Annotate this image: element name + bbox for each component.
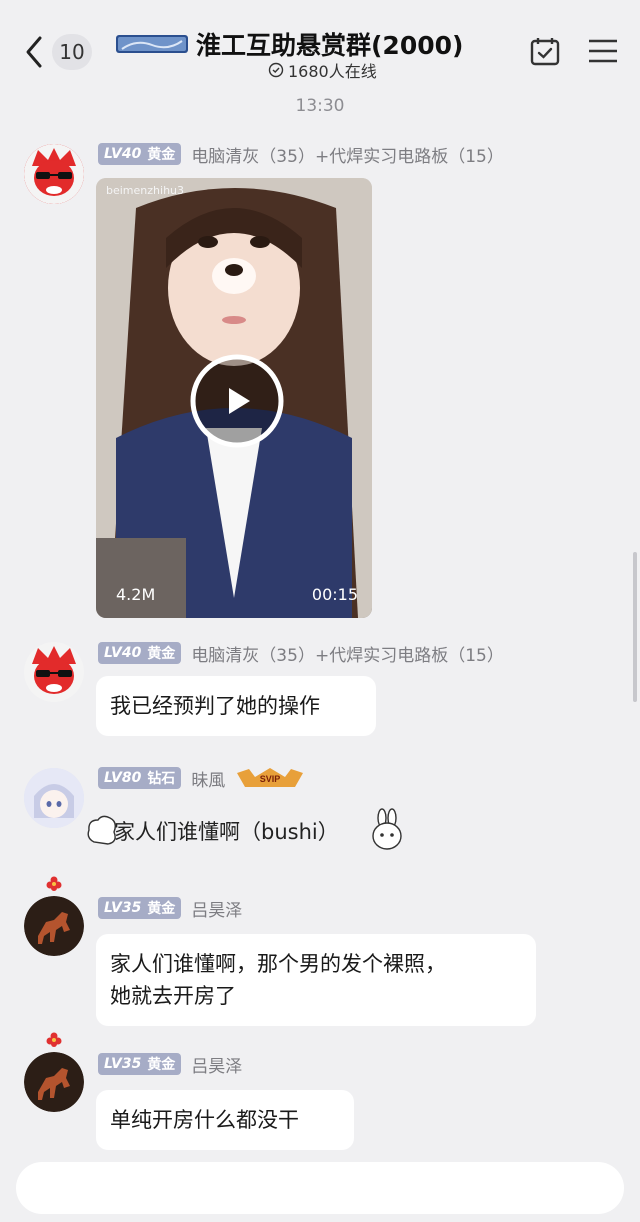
level-rank: 钻石 — [147, 771, 176, 787]
level-badge: LV35 黄金 — [98, 897, 182, 919]
bunny-sticker-icon — [372, 808, 402, 850]
clock-icon — [268, 62, 284, 78]
video-duration: 00:15 — [311, 585, 358, 604]
avatar[interactable] — [24, 642, 84, 702]
svip-badge: SVIP — [237, 768, 304, 787]
cartoon-avatar-icon — [24, 642, 84, 702]
sticker-right — [368, 808, 404, 852]
level-number: LV80 — [104, 770, 142, 786]
message-bubble[interactable]: 我已经预判了她的操作 — [96, 676, 376, 736]
flower-icon — [46, 876, 62, 891]
message-text-line: 她就去开房了 — [110, 984, 236, 1008]
horse-avatar-icon — [24, 896, 84, 956]
message-input[interactable] — [16, 1162, 624, 1214]
sender-info: LV80 钻石 昧風 SVIP — [98, 766, 305, 791]
avatar[interactable] — [24, 144, 84, 204]
message-timestamp: 13:30 — [295, 96, 345, 116]
level-badge: LV40 黄金 — [98, 143, 182, 165]
play-icon[interactable] — [188, 352, 286, 450]
chat-header: 10 淮工互助悬赏群(2000) 1680人在线 — [0, 0, 640, 92]
unread-count-badge: 10 — [52, 34, 92, 70]
avatar[interactable] — [24, 768, 84, 828]
video-size: 4.2M — [116, 585, 156, 604]
level-rank: 黄金 — [147, 1057, 176, 1073]
calendar-check-icon[interactable] — [530, 36, 560, 66]
group-title: 淮工互助悬赏群(2000) — [196, 31, 464, 60]
level-rank: 黄金 — [147, 147, 176, 163]
level-rank: 黄金 — [147, 901, 176, 917]
level-number: LV35 — [104, 900, 142, 916]
message-text: 单纯开房什么都没干 — [110, 1108, 299, 1132]
message-text: 我已经预判了她的操作 — [110, 694, 320, 718]
level-number: LV40 — [104, 146, 142, 162]
horse-avatar-icon — [24, 1052, 84, 1112]
online-count: 1680人在线 — [268, 58, 377, 82]
chevron-left-icon — [26, 36, 42, 68]
anime-avatar-icon — [24, 768, 84, 828]
flower-icon — [46, 1032, 62, 1047]
input-bar — [0, 1152, 640, 1222]
avatar[interactable] — [24, 896, 84, 956]
level-badge: LV35 黄金 — [98, 1053, 182, 1075]
sender-info: LV35 黄金 吕昊泽 — [98, 896, 242, 921]
message-text[interactable]: 家人们谁懂啊（bushi） — [114, 816, 339, 846]
level-rank: 黄金 — [147, 646, 176, 662]
video-watermark: beimenzhihu3 — [106, 184, 185, 197]
sender-name[interactable]: 昧風 — [191, 766, 225, 791]
sender-info: LV40 黄金 电脑清灰（35）+代焊实习电路板（15） — [98, 142, 504, 167]
avatar[interactable] — [24, 1052, 84, 1112]
back-button[interactable]: 10 — [22, 30, 92, 74]
sender-info: LV40 黄金 电脑清灰（35）+代焊实习电路板（15） — [98, 641, 504, 666]
message-bubble[interactable]: 单纯开房什么都没干 — [96, 1090, 354, 1150]
video-message[interactable]: beimenzhihu3 4.2M 00:15 — [96, 178, 372, 618]
online-count-text: 1680人在线 — [288, 62, 377, 81]
level-number: LV40 — [104, 645, 142, 661]
message-bubble[interactable]: 家人们谁懂啊，那个男的发个裸照， 她就去开房了 — [96, 934, 536, 1026]
sender-name[interactable]: 吕昊泽 — [191, 1052, 242, 1077]
message-text-line: 家人们谁懂啊，那个男的发个裸照， — [110, 952, 446, 976]
sender-info: LV35 黄金 吕昊泽 — [98, 1052, 242, 1077]
svip-badge-label: SVIP — [260, 774, 281, 784]
scrollbar[interactable] — [633, 552, 637, 702]
sender-name[interactable]: 电脑清灰（35）+代焊实习电路板（15） — [191, 641, 504, 666]
sender-name[interactable]: 吕昊泽 — [191, 896, 242, 921]
cartoon-avatar-icon — [24, 144, 84, 204]
aurora-logo — [116, 35, 188, 53]
sender-name[interactable]: 电脑清灰（35）+代焊实习电路板（15） — [191, 142, 504, 167]
menu-icon[interactable] — [588, 38, 618, 64]
level-number: LV35 — [104, 1056, 142, 1072]
level-badge: LV80 钻石 — [98, 767, 182, 789]
level-badge: LV40 黄金 — [98, 642, 182, 664]
